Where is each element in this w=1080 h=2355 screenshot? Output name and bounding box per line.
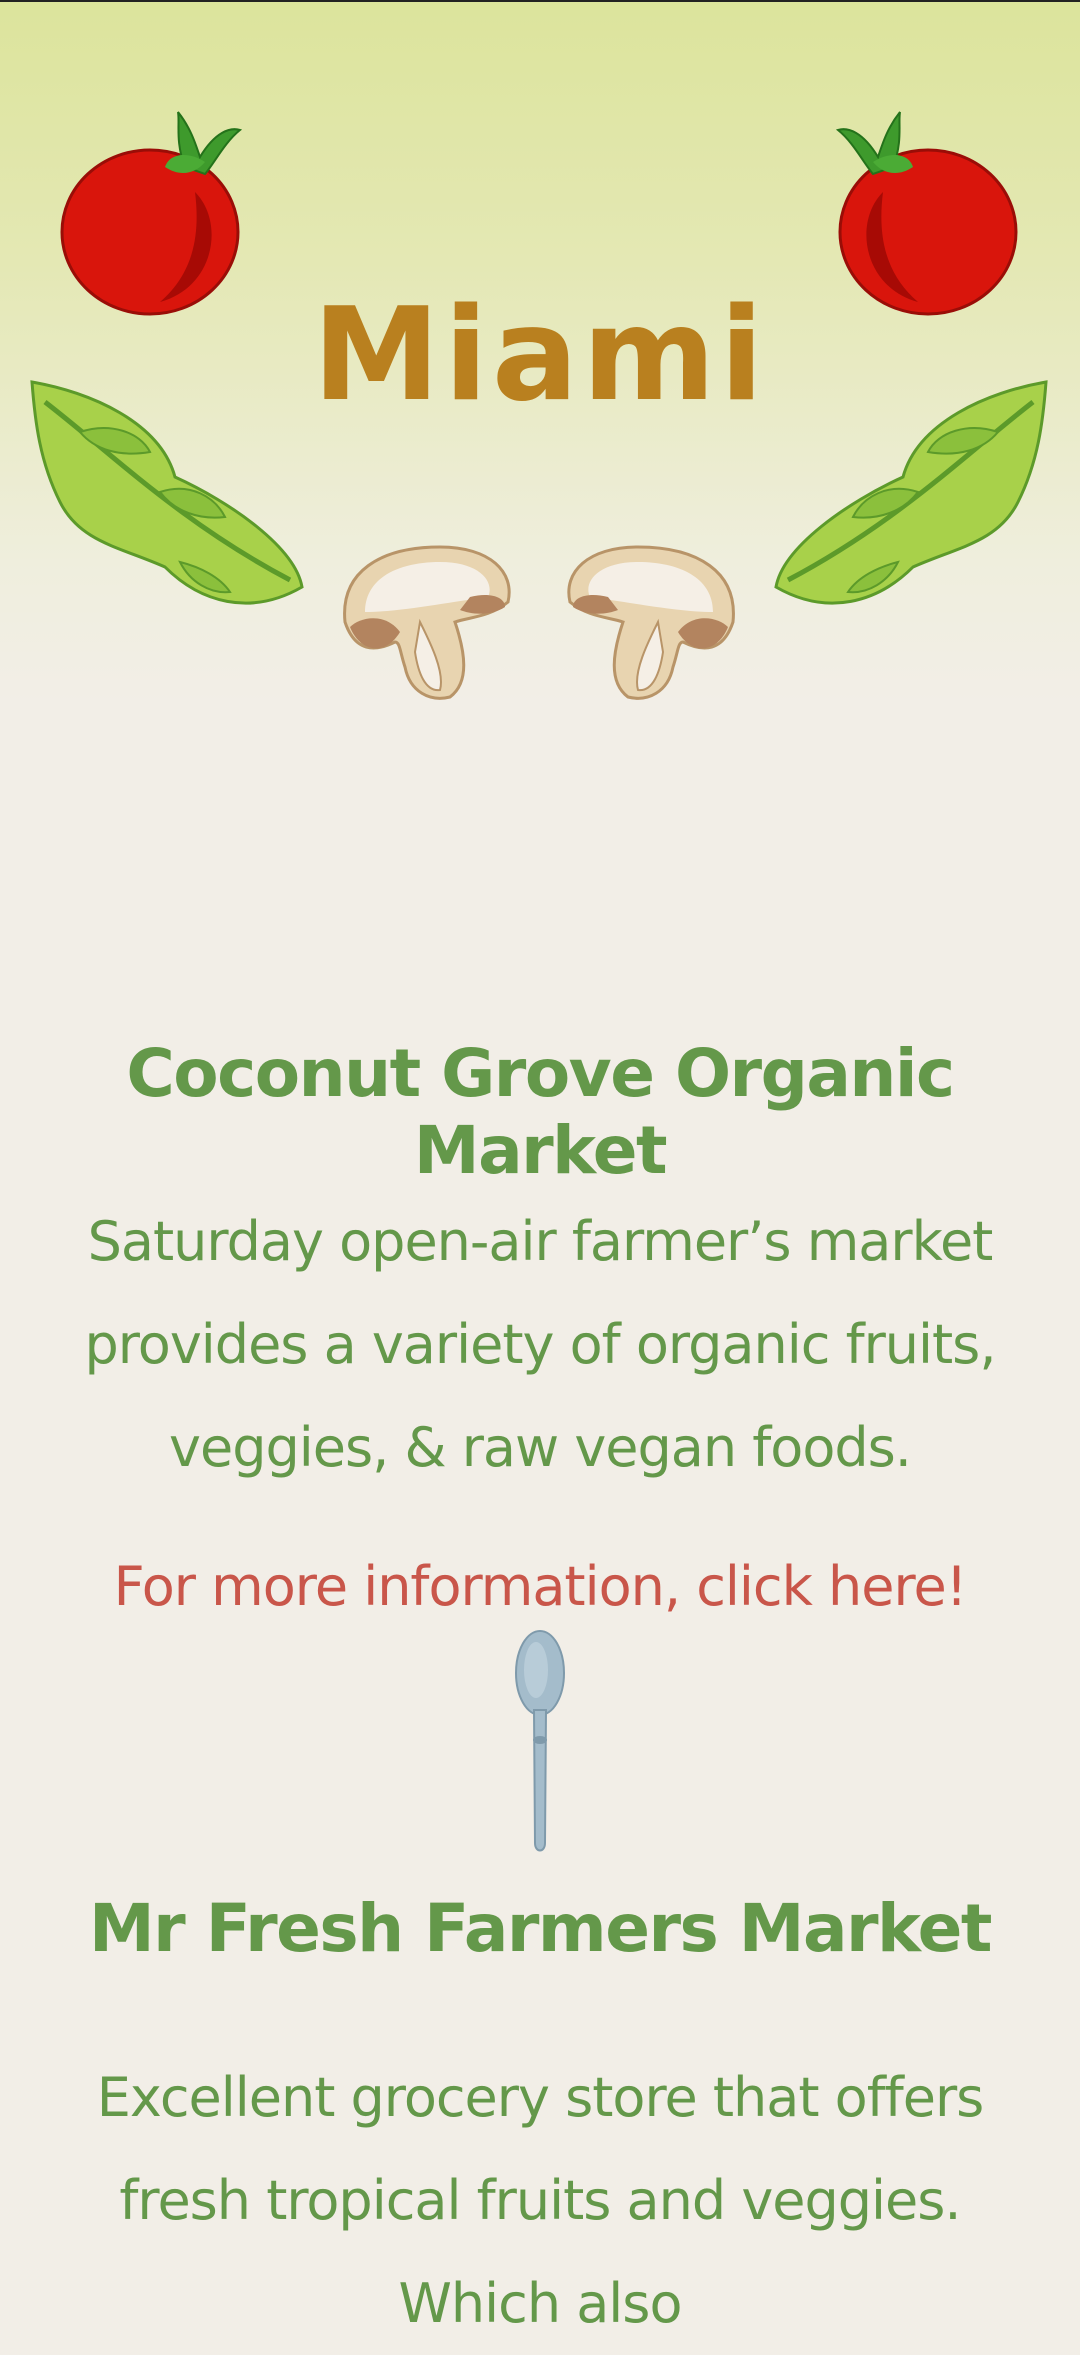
more-info-link[interactable]: For more information, click here! (0, 1555, 1080, 1618)
market-title: Mr Fresh Farmers Market (89, 1890, 992, 1967)
spoon-icon (515, 1630, 565, 1852)
tomato-icon (60, 111, 243, 316)
market-title: Coconut Grove Organic Market (126, 1035, 955, 1189)
hero-header: Miami (0, 2, 1080, 702)
mushroom-icon (343, 545, 511, 700)
tomato-icon (835, 111, 1018, 316)
city-title: Miami (312, 281, 768, 430)
market-description: Excellent grocery store that offers fres… (96, 2066, 985, 2335)
market-description: Saturday open-air farmer’s market provid… (84, 1210, 997, 1479)
mushroom-icon (567, 545, 735, 700)
